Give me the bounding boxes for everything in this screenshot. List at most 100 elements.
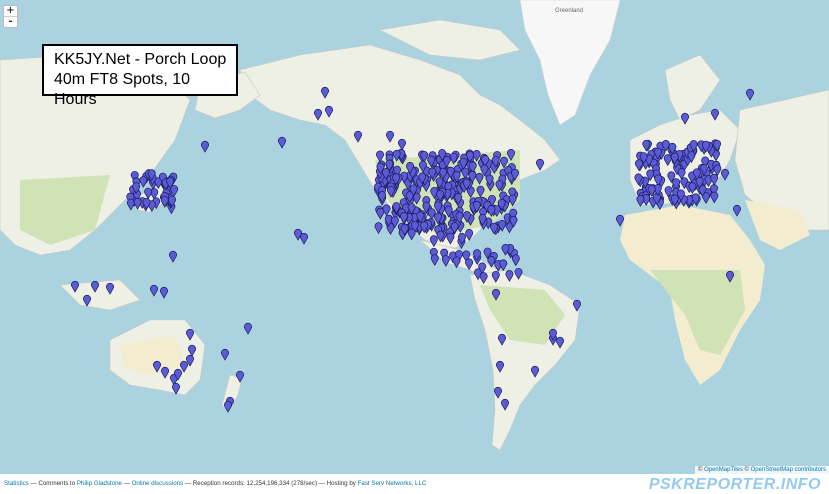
spot-marker-icon[interactable] (150, 284, 158, 297)
pskreporter-logo[interactable]: PSKREPORTER.INFO (649, 476, 821, 494)
author-link[interactable]: Philip Gladstone (77, 480, 122, 487)
spot-marker-icon[interactable] (161, 366, 169, 379)
spot-marker-icon[interactable] (536, 158, 544, 171)
openmaptiles-link[interactable]: OpenMapTiles (704, 467, 743, 473)
spot-marker-icon[interactable] (71, 280, 79, 293)
spot-marker-icon[interactable] (487, 256, 496, 268)
spot-marker-icon[interactable] (472, 150, 481, 162)
spot-marker-icon[interactable] (314, 108, 322, 121)
spot-marker-icon[interactable] (711, 108, 719, 121)
spot-marker-icon[interactable] (321, 86, 329, 99)
spot-marker-icon[interactable] (354, 130, 362, 143)
map-attribution: © OpenMapTiles © OpenStreetMap contribut… (694, 466, 829, 474)
spot-marker-icon[interactable] (441, 255, 450, 267)
spot-marker-icon[interactable] (573, 299, 581, 312)
spot-marker-icon[interactable] (407, 228, 416, 241)
spot-marker-icon[interactable] (236, 370, 244, 383)
dash-text: — (121, 480, 132, 487)
spot-marker-icon[interactable] (556, 336, 564, 349)
spot-marker-icon[interactable] (201, 140, 209, 153)
spot-marker-icon[interactable] (376, 150, 384, 163)
spot-marker-icon[interactable] (139, 176, 148, 188)
spot-marker-icon[interactable] (374, 222, 383, 235)
spot-marker-icon[interactable] (492, 288, 500, 301)
spot-marker-icon[interactable] (710, 173, 719, 186)
spot-marker-icon[interactable] (400, 212, 408, 224)
spot-marker-icon[interactable] (531, 365, 539, 378)
spot-marker-icon[interactable] (507, 149, 515, 161)
spot-marker-icon[interactable] (91, 280, 99, 293)
spot-marker-icon[interactable] (663, 154, 672, 167)
spot-marker-icon[interactable] (386, 130, 394, 143)
spot-marker-icon[interactable] (721, 168, 729, 181)
spot-marker-icon[interactable] (452, 256, 461, 269)
spot-marker-icon[interactable] (636, 195, 645, 207)
spot-marker-icon[interactable] (188, 344, 196, 357)
spot-marker-icon[interactable] (465, 258, 474, 271)
spot-marker-icon[interactable] (446, 232, 455, 245)
spot-marker-icon[interactable] (499, 259, 508, 272)
zoom-out-button[interactable]: - (4, 16, 17, 27)
spot-marker-icon[interactable] (496, 360, 504, 373)
spot-marker-icon[interactable] (616, 214, 624, 227)
spot-marker-icon[interactable] (505, 270, 514, 282)
spot-marker-icon[interactable] (475, 172, 484, 185)
spot-marker-icon[interactable] (498, 333, 506, 346)
page-footer: Statistics — Comments to Philip Gladston… (0, 474, 829, 494)
spot-marker-icon[interactable] (514, 267, 523, 280)
spot-marker-icon[interactable] (221, 348, 229, 361)
spot-marker-icon[interactable] (180, 360, 188, 373)
greenland-label: Greenland (555, 8, 584, 14)
attribution-prefix: © (697, 467, 703, 473)
spot-marker-icon[interactable] (376, 207, 385, 220)
footer-text: Statistics — Comments to Philip Gladston… (4, 480, 426, 487)
spot-marker-icon[interactable] (449, 152, 458, 165)
spot-marker-icon[interactable] (169, 250, 177, 263)
spot-marker-icon[interactable] (144, 187, 153, 200)
comments-text: — Comments to (28, 480, 77, 487)
spot-marker-icon[interactable] (479, 272, 488, 285)
spot-marker-icon[interactable] (224, 400, 232, 413)
records-text: — Reception records: 12,254,196,334 (278… (183, 480, 358, 487)
spot-marker-icon[interactable] (500, 156, 508, 169)
spot-marker-icon[interactable] (172, 382, 180, 395)
spot-marker-icon[interactable] (476, 185, 485, 198)
spot-marker-icon[interactable] (244, 322, 252, 335)
zoom-in-button[interactable]: + (4, 6, 17, 16)
statistics-link[interactable]: Statistics (4, 480, 29, 487)
spot-marker-icon[interactable] (133, 197, 142, 210)
spot-marker-icon[interactable] (186, 328, 194, 341)
spot-marker-icon[interactable] (430, 254, 439, 267)
spot-marker-icon[interactable] (681, 112, 689, 125)
attribution-sep: © (742, 467, 751, 473)
discussions-link[interactable]: Online discussions (132, 480, 184, 487)
spot-marker-icon[interactable] (710, 191, 719, 204)
title-line-2: 40m FT8 Spots, 10 Hours (54, 71, 191, 108)
spot-marker-icon[interactable] (278, 136, 286, 149)
spot-marker-icon[interactable] (300, 232, 308, 245)
spot-marker-icon[interactable] (494, 386, 502, 399)
spot-marker-icon[interactable] (126, 198, 135, 211)
spot-marker-icon[interactable] (746, 88, 754, 101)
spot-marker-icon[interactable] (726, 270, 734, 283)
spot-marker-icon[interactable] (153, 360, 161, 373)
spot-marker-icon[interactable] (501, 398, 509, 411)
spot-marker-icon[interactable] (325, 105, 333, 118)
spot-marker-icon[interactable] (429, 235, 438, 248)
map-title-box: KK5JY.Net - Porch Loop 40m FT8 Spots, 10… (42, 44, 238, 108)
spot-marker-icon[interactable] (160, 196, 169, 208)
spot-marker-icon[interactable] (106, 282, 114, 295)
zoom-control: + - (3, 5, 18, 28)
spot-marker-icon[interactable] (508, 194, 517, 207)
map-view[interactable]: + - Greenland KK5JY.Net - Porch Loop 40m… (0, 0, 829, 474)
spot-marker-icon[interactable] (398, 138, 406, 151)
spot-marker-icon[interactable] (466, 186, 475, 199)
spot-marker-icon[interactable] (83, 294, 91, 307)
spot-marker-icon[interactable] (511, 254, 520, 267)
osm-link[interactable]: OpenStreetMap contributors (751, 467, 826, 473)
spot-marker-icon[interactable] (160, 286, 168, 299)
host-link[interactable]: Fast Serv Networks, LLC (358, 480, 427, 487)
spot-marker-icon[interactable] (491, 270, 500, 283)
spot-marker-icon[interactable] (465, 229, 474, 241)
spot-marker-icon[interactable] (733, 204, 741, 217)
